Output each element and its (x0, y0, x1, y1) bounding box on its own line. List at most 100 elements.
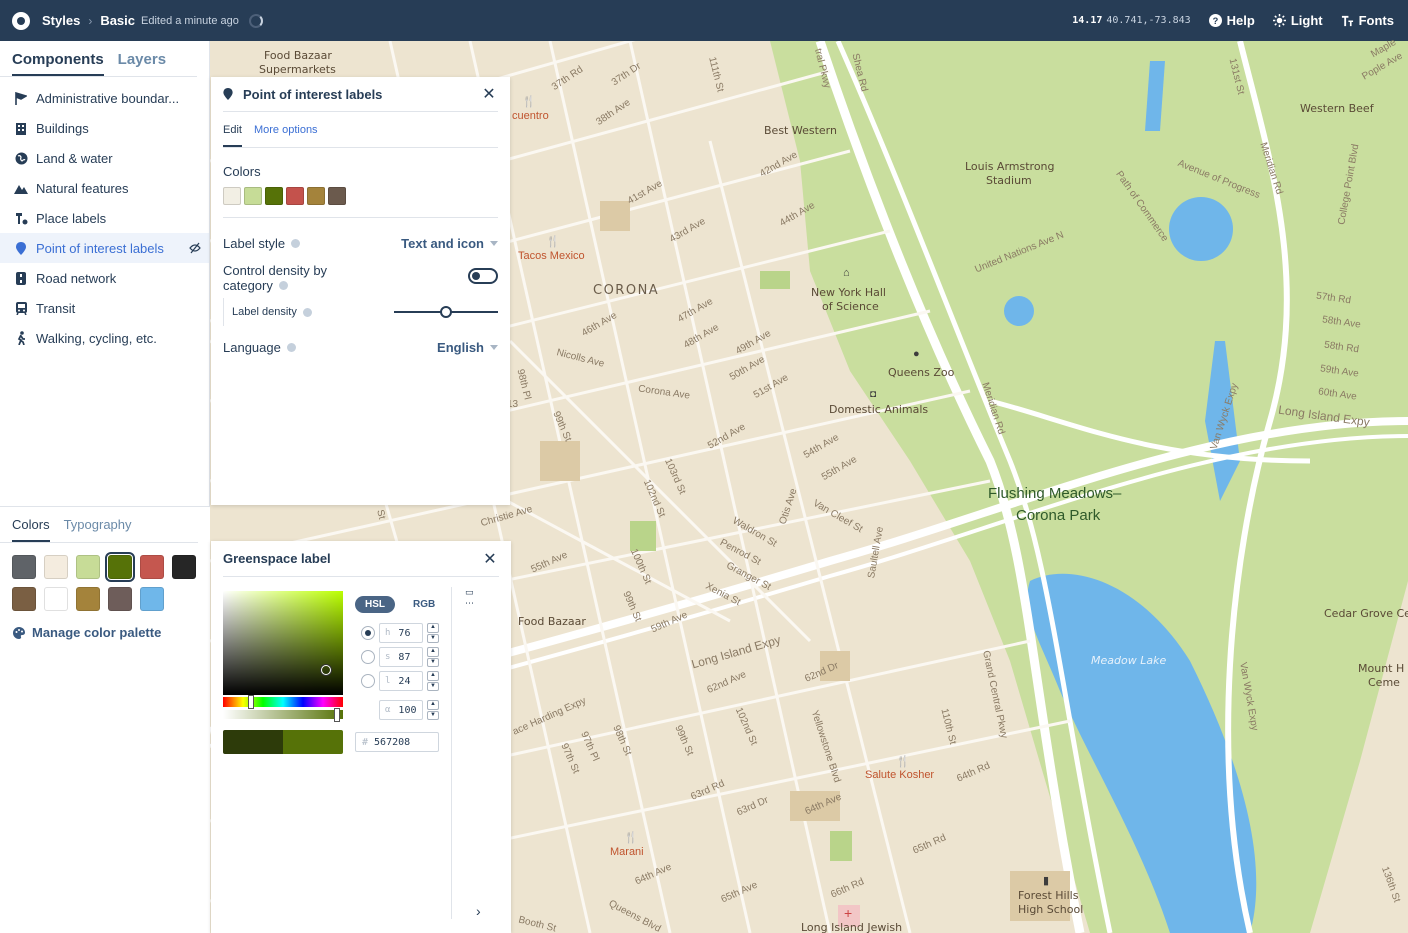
restaurant-icon[interactable]: 🍴 (522, 95, 536, 108)
map-label-nyhall-2: of Science (822, 300, 879, 313)
palette-swatch[interactable] (44, 587, 68, 611)
hue-radio[interactable] (361, 626, 375, 640)
map-label-meadow-lake: Meadow Lake (1091, 654, 1167, 667)
palette-swatch[interactable] (44, 555, 68, 579)
camera-icon[interactable]: ◘ (870, 389, 876, 400)
previous-color[interactable] (223, 730, 283, 754)
theme-button[interactable]: Light (1272, 13, 1323, 28)
map-label-mount-1: Mount H (1358, 662, 1405, 675)
chevron-down-icon[interactable]: ▼ (427, 657, 439, 667)
mode-hsl-button[interactable]: HSL (355, 596, 395, 613)
alpha-slider-handle[interactable] (334, 708, 340, 722)
alpha-slider[interactable] (223, 708, 343, 722)
chevron-right-icon[interactable]: › (476, 903, 481, 919)
poi-color-swatch[interactable] (223, 187, 241, 205)
lightness-channel: l 24 ▲ ▼ (361, 671, 439, 691)
palette-swatch[interactable] (12, 555, 36, 579)
chevron-up-icon[interactable]: ▲ (427, 700, 439, 710)
palette-swatch[interactable] (172, 555, 196, 579)
hex-value: 567208 (374, 736, 411, 748)
chevron-up-icon[interactable]: ▲ (427, 647, 439, 657)
component-land-water[interactable]: Land & water (0, 143, 209, 173)
palette-swatch[interactable] (12, 587, 36, 611)
tab-components[interactable]: Components (12, 51, 104, 76)
hue-input[interactable]: h 76 (379, 623, 423, 643)
lightness-stepper[interactable]: ▲ ▼ (427, 671, 439, 691)
info-icon[interactable] (302, 307, 312, 317)
label-density-slider[interactable] (394, 306, 498, 318)
manage-color-palette-button[interactable]: Manage color palette (0, 611, 210, 654)
swatch-library-icon[interactable]: ▭ ⋯ (465, 587, 475, 608)
chevron-up-icon[interactable]: ▲ (427, 623, 439, 633)
poi-color-swatch[interactable] (328, 187, 346, 205)
lightness-input[interactable]: l 24 (379, 671, 423, 691)
palette-swatch[interactable] (76, 555, 100, 579)
component-walking-cycling[interactable]: Walking, cycling, etc. (0, 323, 209, 353)
school-icon[interactable]: ▮ (1043, 874, 1049, 887)
chevron-down-icon[interactable]: ▼ (427, 681, 439, 691)
saving-spinner-icon (248, 13, 263, 28)
poi-color-swatch[interactable] (286, 187, 304, 205)
visibility-icon[interactable] (189, 242, 201, 254)
lightness-radio[interactable] (361, 674, 375, 688)
tab-typography[interactable]: Typography (64, 517, 132, 542)
help-button[interactable]: ? Help (1208, 13, 1255, 28)
breadcrumb-styles[interactable]: Styles (42, 13, 80, 28)
zoo-icon[interactable]: ● (913, 348, 920, 360)
close-icon[interactable]: ✕ (483, 551, 497, 568)
museum-icon[interactable]: ⌂ (843, 267, 850, 279)
chevron-up-icon[interactable]: ▲ (427, 671, 439, 681)
saturation-radio[interactable] (361, 650, 375, 664)
alpha-input[interactable]: α 100 (379, 700, 423, 720)
map-label-forest-hills-2: High School (1018, 903, 1084, 916)
tab-edit[interactable]: Edit (223, 124, 242, 147)
restaurant-icon[interactable]: 🍴 (896, 755, 910, 768)
hue-slider[interactable] (223, 695, 343, 709)
alpha-stepper[interactable]: ▲ ▼ (427, 700, 439, 720)
tab-more-options[interactable]: More options (254, 124, 318, 147)
component-administrative-boundaries[interactable]: Administrative boundar... (0, 83, 209, 113)
info-icon[interactable] (286, 342, 296, 352)
tab-colors[interactable]: Colors (12, 517, 50, 542)
chevron-down-icon[interactable]: ▼ (427, 710, 439, 720)
mapbox-logo-icon[interactable] (12, 11, 30, 30)
saturation-lightness-field[interactable] (223, 591, 343, 695)
poi-color-swatch[interactable] (244, 187, 262, 205)
slider-handle[interactable] (440, 306, 452, 318)
breadcrumb-style-name[interactable]: Basic (100, 13, 135, 28)
chevron-down-icon[interactable]: ▼ (427, 633, 439, 643)
mode-rgb-button[interactable]: RGB (403, 596, 445, 613)
info-icon[interactable] (278, 281, 288, 290)
saturation-input[interactable]: s 87 (379, 647, 423, 667)
component-road-network[interactable]: Road network (0, 263, 209, 293)
palette-swatch[interactable] (76, 587, 100, 611)
color-picker-handle[interactable] (321, 665, 331, 675)
tab-layers[interactable]: Layers (118, 51, 166, 76)
restaurant-icon[interactable]: 🍴 (624, 831, 638, 844)
hex-input[interactable]: #567208 (355, 732, 439, 752)
component-place-labels[interactable]: Place labels (0, 203, 209, 233)
map-label-flushing-1: Flushing Meadows– (988, 485, 1122, 502)
close-icon[interactable]: ✕ (482, 86, 496, 103)
poi-color-swatch[interactable] (307, 187, 325, 205)
component-buildings[interactable]: Buildings (0, 113, 209, 143)
palette-swatch[interactable] (140, 587, 164, 611)
component-natural-features[interactable]: Natural features (0, 173, 209, 203)
hospital-icon[interactable]: + (844, 905, 852, 921)
palette-swatch[interactable] (108, 587, 132, 611)
palette-swatch[interactable] (140, 555, 164, 579)
language-select[interactable]: English (437, 340, 498, 355)
control-density-toggle[interactable] (468, 268, 498, 284)
info-icon[interactable] (291, 238, 301, 248)
component-point-of-interest-labels[interactable]: Point of interest labels (0, 233, 209, 263)
hue-stepper[interactable]: ▲ ▼ (427, 623, 439, 643)
restaurant-icon[interactable]: 🍴 (546, 235, 560, 248)
saturation-stepper[interactable]: ▲ ▼ (427, 647, 439, 667)
poi-color-swatch[interactable] (265, 187, 283, 205)
alpha-value: 100 (398, 704, 417, 716)
palette-swatch[interactable] (105, 552, 135, 582)
component-transit[interactable]: Transit (0, 293, 209, 323)
fonts-button[interactable]: Fonts (1341, 13, 1394, 28)
label-style-select[interactable]: Text and icon (401, 236, 498, 251)
hue-slider-handle[interactable] (248, 695, 254, 709)
